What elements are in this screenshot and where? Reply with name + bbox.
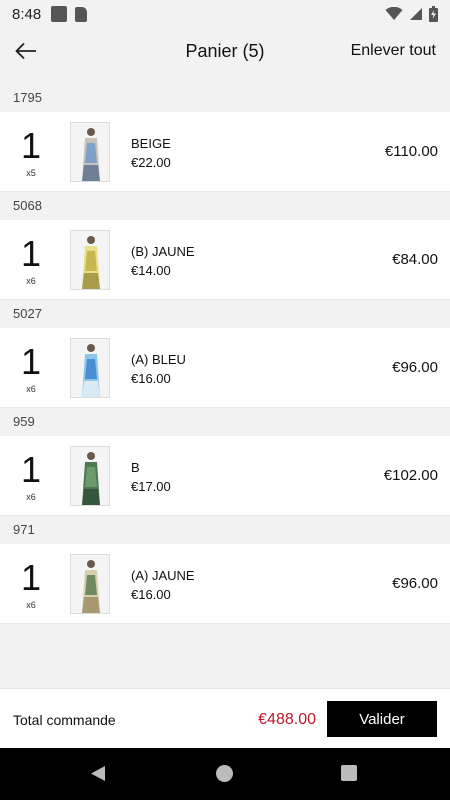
item-unit-price: €16.00	[131, 371, 171, 386]
app-header: Panier (5) Enlever tout	[0, 28, 450, 74]
order-footer: Total commande €488.00 Valider	[0, 688, 450, 748]
item-name: B	[131, 460, 140, 475]
item-name: (A) BLEU	[131, 352, 186, 367]
sd-card-icon	[75, 6, 88, 22]
cart-item[interactable]: 1 x6 (A) JAUNE €16.00 €96.00	[0, 544, 450, 624]
nav-back-icon[interactable]	[90, 765, 106, 782]
item-unit-price: €17.00	[131, 479, 171, 494]
cart-list: 1795 1 x5 BEIGE €22.00 €110.00 5068 1 x6 (B) JAUN…	[0, 84, 450, 624]
total-amount: €488.00	[258, 711, 316, 728]
group-label: 5027	[0, 300, 450, 328]
item-quantity[interactable]: 1	[10, 126, 52, 166]
item-quantity[interactable]: 1	[10, 342, 52, 382]
item-quantity[interactable]: 1	[10, 234, 52, 274]
group-label: 971	[0, 516, 450, 544]
cart-item[interactable]: 1 x6 (B) JAUNE €14.00 €84.00	[0, 220, 450, 300]
cart-item[interactable]: 1 x6 B €17.00 €102.00	[0, 436, 450, 516]
product-image	[70, 122, 110, 182]
nav-recents-icon[interactable]	[341, 765, 357, 781]
product-image	[70, 230, 110, 290]
item-unit-price: €22.00	[131, 155, 171, 170]
battery-icon	[429, 6, 438, 22]
signal-icon	[410, 8, 422, 20]
system-nav-bar	[0, 748, 450, 800]
item-name: (A) JAUNE	[131, 568, 195, 583]
nav-home-icon[interactable]	[216, 765, 233, 782]
group-label: 959	[0, 408, 450, 436]
item-line-total: €84.00	[392, 251, 438, 268]
notification-square-icon	[51, 6, 68, 22]
item-quantity[interactable]: 1	[10, 558, 52, 598]
group-label: 5068	[0, 192, 450, 220]
item-name: BEIGE	[131, 136, 171, 151]
item-unit-price: €16.00	[131, 587, 171, 602]
item-line-total: €102.00	[383, 467, 438, 484]
item-line-total: €110.00	[384, 143, 438, 160]
product-image	[70, 338, 110, 398]
wifi-icon	[385, 7, 403, 20]
item-pack-size: x6	[26, 492, 36, 502]
group-label: 1795	[0, 84, 450, 112]
status-icons	[385, 6, 438, 22]
validate-button[interactable]: Valider	[327, 701, 437, 737]
product-image	[70, 446, 110, 506]
cart-item[interactable]: 1 x5 BEIGE €22.00 €110.00	[0, 112, 450, 192]
cart-item[interactable]: 1 x6 (A) BLEU €16.00 €96.00	[0, 328, 450, 408]
item-pack-size: x6	[26, 276, 36, 286]
item-line-total: €96.00	[392, 575, 438, 592]
remove-all-button[interactable]: Enlever tout	[351, 42, 436, 60]
item-pack-size: x6	[26, 384, 36, 394]
product-image	[70, 554, 110, 614]
item-pack-size: x6	[26, 600, 36, 610]
item-line-total: €96.00	[392, 359, 438, 376]
total-label: Total commande	[13, 712, 116, 728]
status-bar: 8:48	[0, 0, 450, 28]
item-name: (B) JAUNE	[131, 244, 195, 259]
item-pack-size: x5	[26, 168, 36, 178]
item-quantity[interactable]: 1	[10, 450, 52, 490]
status-time: 8:48	[12, 5, 42, 23]
item-unit-price: €14.00	[131, 263, 171, 278]
